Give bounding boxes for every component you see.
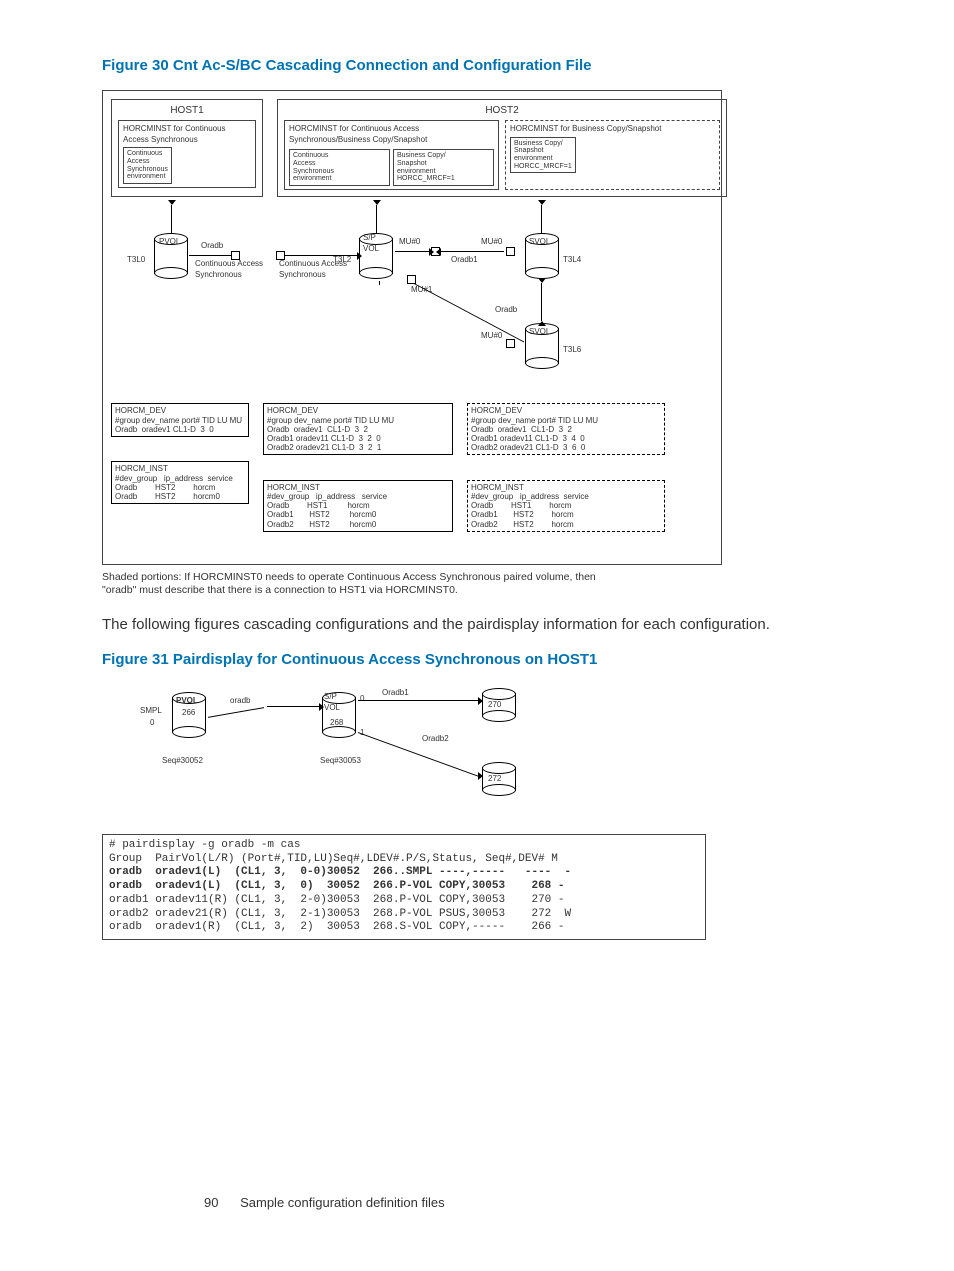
oradb-label-2: Oradb (495, 305, 517, 316)
host2-envA1: Continuous Access Synchronous environmen… (289, 149, 390, 186)
f31-zero: 0 (150, 718, 154, 729)
host2-name: HOST2 (284, 104, 720, 118)
body-paragraph: The following figures cascading configur… (102, 615, 864, 635)
config-row: HORCM_DEV #group dev_name port# TID LU M… (111, 385, 713, 556)
pvol-label: PVOL (159, 237, 180, 248)
cfg-col1-inst: HORCM_INST #dev_group ip_address service… (111, 461, 249, 504)
host2-envA2: Business Copy/ Snapshot environment HORC… (393, 149, 494, 186)
host1-instance: HORCMINST for Continuous Access Synchron… (118, 120, 256, 188)
oradb1-label: Oradb1 (451, 255, 478, 266)
mu0-label-c: MU#0 (481, 331, 502, 342)
host2-instanceA: HORCMINST for Continuous Access Synchron… (284, 120, 499, 190)
f31-oradb: oradb (230, 696, 250, 707)
host1-instance-label: HORCMINST for Continuous Access Synchron… (123, 124, 251, 146)
figure-31-diagram: PVOL 266 SMPL 0 oradb S/P VOL 268 0 1 Or… (132, 684, 552, 824)
svol-label-2: SVOL (529, 327, 550, 338)
f31-seqA: Seq#30052 (162, 756, 203, 767)
ca-label-a: Continuous Access Synchronous (195, 259, 263, 281)
f31-pvol-label: PVOL (176, 696, 198, 707)
spvol-label: S/P VOL (363, 233, 379, 255)
cfg-col3-dev: HORCM_DEV #group dev_name port# TID LU M… (467, 403, 665, 455)
f31-oradb1: Oradb1 (382, 688, 409, 699)
cfg-col2-inst: HORCM_INST #dev_group ip_address service… (263, 480, 453, 532)
f31-spvol-label: S/P VOL (324, 692, 340, 714)
host2-instanceB: HORCMINST for Business Copy/Snapshot Bus… (505, 120, 720, 190)
t3l0-label: T3L0 (127, 255, 145, 266)
f31-oradb2: Oradb2 (422, 734, 449, 745)
t3l4-label: T3L4 (563, 255, 581, 266)
figure30-footnote: Shaded portions: If HORCMINST0 needs to … (102, 571, 602, 597)
oradb-label-1: Oradb (201, 241, 223, 252)
f31-270: 270 (488, 700, 501, 711)
figure-31-title: Figure 31 Pairdisplay for Continuous Acc… (102, 650, 864, 670)
figure-30-diagram: HOST1 HORCMINST for Continuous Access Sy… (102, 90, 722, 565)
cfg-col3-inst: HORCM_INST #dev_group ip_address service… (467, 480, 665, 532)
page-number: 90 (204, 1195, 218, 1210)
mu0-label-b: MU#0 (481, 237, 502, 248)
host1-env: Continuous Access Synchronous environmen… (123, 147, 172, 184)
topology-area: PVOL T3L0 Oradb Continuous Access Synchr… (111, 203, 713, 381)
f31-272: 272 (488, 774, 501, 785)
figure-30-title: Figure 30 Cnt Ac-S/BC Cascading Connecti… (102, 56, 864, 76)
cfg-col1-dev: HORCM_DEV #group dev_name port# TID LU M… (111, 403, 249, 437)
host2-envB: Business Copy/ Snapshot environment HORC… (510, 137, 576, 174)
host2-block: HOST2 HORCMINST for Continuous Access Sy… (277, 99, 727, 197)
ca-label-b: Continuous Access Synchronous (279, 259, 347, 281)
mu0-label-a: MU#0 (399, 237, 420, 248)
t3l6-label: T3L6 (563, 345, 581, 356)
f31-268: 268 (330, 718, 343, 729)
f31-smpl: SMPL (140, 706, 162, 717)
host1-name: HOST1 (118, 104, 256, 118)
host2-instanceB-label: HORCMINST for Business Copy/Snapshot (510, 124, 715, 135)
footer-section: Sample configuration definition files (240, 1195, 445, 1210)
f31-266: 266 (182, 708, 195, 719)
pairdisplay-output: # pairdisplay -g oradb -m casGroup PairV… (102, 834, 706, 940)
cfg-col2-dev: HORCM_DEV #group dev_name port# TID LU M… (263, 403, 453, 455)
f31-seqB: Seq#30053 (320, 756, 361, 767)
host2-instanceA-label: HORCMINST for Continuous Access Synchron… (289, 124, 494, 146)
host1-block: HOST1 HORCMINST for Continuous Access Sy… (111, 99, 263, 197)
svol-label-1: SVOL (529, 237, 550, 248)
